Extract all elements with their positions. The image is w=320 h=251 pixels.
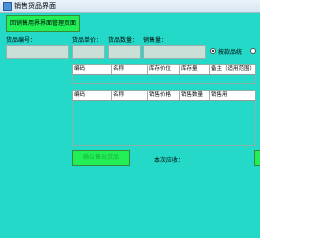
- sales-col-qty: 销售数量: [179, 91, 209, 100]
- confirm-sale-button[interactable]: 确认售出货品: [72, 150, 130, 166]
- inventory-grid-body: [73, 75, 255, 83]
- title-bar: 销售货品界面: [0, 0, 260, 13]
- qty-input[interactable]: [108, 45, 141, 59]
- inventory-col-price: 库存价位: [147, 65, 179, 74]
- price-label: 货品单价：: [72, 37, 103, 44]
- sales-grid-header: 编码 名称 销售价格 销售数量 销售用: [73, 91, 255, 101]
- qty-label: 货品数量：: [108, 37, 139, 44]
- inventory-grid-header: 编码 名称 库存价位 库存量 备主（适用范围）: [73, 65, 255, 75]
- code-label: 货品编号：: [6, 37, 37, 44]
- edge-button[interactable]: [254, 150, 260, 166]
- radio-option-1[interactable]: [210, 48, 216, 54]
- inventory-grid[interactable]: 编码 名称 库存价位 库存量 备主（适用范围）: [72, 64, 256, 84]
- sales-qty-input[interactable]: [143, 45, 206, 59]
- sales-col-amount: 销售用: [209, 91, 255, 100]
- inventory-col-name: 名称: [111, 65, 147, 74]
- sales-qty-label: 销售量：: [143, 37, 168, 44]
- sales-col-code: 编码: [74, 92, 86, 98]
- app-icon: [3, 2, 12, 11]
- radio-option-1-label: 按款品统: [218, 49, 243, 56]
- price-input[interactable]: [72, 45, 105, 59]
- sales-window: 销售货品界面 回销售用界界面管理页面 货品编号： 货品单价： 货品数量： 销售量…: [0, 0, 260, 238]
- sales-col-price: 销售价格: [147, 91, 179, 100]
- window-title: 销售货品界面: [14, 2, 56, 10]
- sales-grid-body: [73, 101, 255, 145]
- total-label: 本次应收：: [154, 157, 185, 164]
- sales-grid[interactable]: 编码 名称 销售价格 销售数量 销售用: [72, 90, 256, 146]
- inventory-col-stock: 库存量: [179, 65, 209, 74]
- radio-option-2[interactable]: [250, 48, 256, 54]
- total-value-field: [184, 154, 222, 164]
- inventory-col-code: 编码: [74, 66, 86, 72]
- return-button[interactable]: 回销售用界界面管理页面: [6, 15, 80, 32]
- sales-col-name: 名称: [111, 91, 147, 100]
- code-input[interactable]: [6, 45, 69, 59]
- inventory-col-note: 备主（适用范围）: [209, 65, 256, 74]
